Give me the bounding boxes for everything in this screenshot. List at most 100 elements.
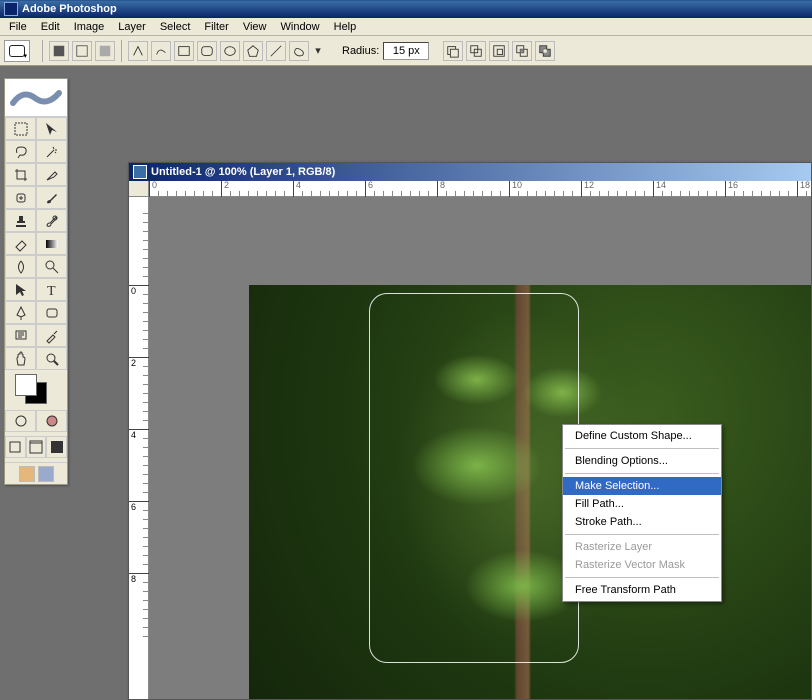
rect-shape-icon[interactable] bbox=[174, 41, 194, 61]
document-title-bar[interactable]: Untitled-1 @ 100% (Layer 1, RGB/8) bbox=[129, 163, 811, 181]
context-menu-item[interactable]: Blending Options... bbox=[563, 452, 721, 470]
jump-secondary-icon[interactable] bbox=[38, 466, 54, 482]
ruler-h-label: 18 bbox=[800, 180, 810, 190]
tool-type[interactable]: T bbox=[36, 278, 67, 301]
jump-imageready-icon[interactable] bbox=[19, 466, 35, 482]
radius-label: Radius: bbox=[342, 45, 379, 57]
tool-pen[interactable] bbox=[5, 301, 36, 324]
palette-header[interactable] bbox=[5, 79, 67, 117]
menu-file[interactable]: File bbox=[2, 20, 34, 34]
ruler-v-label: 8 bbox=[131, 574, 136, 584]
standard-mode-icon[interactable] bbox=[5, 410, 36, 432]
ruler-v-label: 2 bbox=[131, 358, 136, 368]
context-menu-item[interactable]: Stroke Path... bbox=[563, 513, 721, 531]
ruler-h-label: 12 bbox=[584, 180, 594, 190]
color-swatches[interactable] bbox=[5, 370, 67, 410]
screen-fullmenu-icon[interactable] bbox=[26, 436, 47, 458]
context-menu-separator bbox=[565, 577, 719, 578]
tool-grid: T bbox=[5, 117, 67, 370]
tool-gradient[interactable] bbox=[36, 232, 67, 255]
shape-options-dropdown[interactable]: ▾ bbox=[312, 41, 324, 61]
new-layer-icon[interactable] bbox=[443, 41, 463, 61]
tool-preset-picker[interactable]: ▾ bbox=[4, 40, 30, 62]
custom-shape-icon[interactable] bbox=[289, 41, 309, 61]
context-menu-separator bbox=[565, 473, 719, 474]
context-menu-item: Rasterize Layer bbox=[563, 538, 721, 556]
svg-text:T: T bbox=[47, 284, 56, 298]
document-title: Untitled-1 @ 100% (Layer 1, RGB/8) bbox=[151, 166, 335, 178]
intersect-shape-icon[interactable] bbox=[512, 41, 532, 61]
image-content bbox=[249, 285, 812, 700]
context-menu-item[interactable]: Make Selection... bbox=[563, 477, 721, 495]
tool-dodge[interactable] bbox=[36, 255, 67, 278]
ruler-v-label: 6 bbox=[131, 502, 136, 512]
ruler-origin[interactable] bbox=[129, 181, 149, 197]
tool-eyedropper[interactable] bbox=[36, 324, 67, 347]
document-icon bbox=[133, 165, 147, 179]
separator bbox=[121, 40, 122, 62]
ruler-h-label: 16 bbox=[728, 180, 738, 190]
screen-full-icon[interactable] bbox=[46, 436, 67, 458]
tool-move[interactable] bbox=[36, 117, 67, 140]
ruler-h-label: 6 bbox=[368, 180, 373, 190]
tool-brush[interactable] bbox=[36, 186, 67, 209]
screen-standard-icon[interactable] bbox=[5, 436, 26, 458]
tool-palette: T bbox=[4, 78, 68, 485]
title-bar: Adobe Photoshop bbox=[0, 0, 812, 18]
add-to-shape-icon[interactable] bbox=[466, 41, 486, 61]
context-menu-item[interactable]: Free Transform Path bbox=[563, 581, 721, 599]
menu-filter[interactable]: Filter bbox=[197, 20, 235, 34]
tool-hand[interactable] bbox=[5, 347, 36, 370]
freeform-pen-icon[interactable] bbox=[151, 41, 171, 61]
separator bbox=[42, 40, 43, 62]
tool-healing[interactable] bbox=[5, 186, 36, 209]
tool-zoom[interactable] bbox=[36, 347, 67, 370]
menu-window[interactable]: Window bbox=[274, 20, 327, 34]
context-menu-item[interactable]: Fill Path... bbox=[563, 495, 721, 513]
tool-marquee[interactable] bbox=[5, 117, 36, 140]
line-shape-icon[interactable] bbox=[266, 41, 286, 61]
ruler-horizontal[interactable]: 024681012141618 bbox=[149, 181, 811, 197]
exclude-overlap-icon[interactable] bbox=[535, 41, 555, 61]
context-menu-item[interactable]: Define Custom Shape... bbox=[563, 427, 721, 445]
ruler-h-label: 8 bbox=[440, 180, 445, 190]
menu-bar: File Edit Image Layer Select Filter View… bbox=[0, 18, 812, 36]
radius-input[interactable] bbox=[383, 42, 429, 60]
tool-notes[interactable] bbox=[5, 324, 36, 347]
pen-shape-icon[interactable] bbox=[128, 41, 148, 61]
tool-eraser[interactable] bbox=[5, 232, 36, 255]
tool-wand[interactable] bbox=[36, 140, 67, 163]
vector-path-outline[interactable] bbox=[369, 293, 579, 663]
menu-layer[interactable]: Layer bbox=[111, 20, 153, 34]
context-menu-item: Rasterize Vector Mask bbox=[563, 556, 721, 574]
tool-slice[interactable] bbox=[36, 163, 67, 186]
tool-stamp[interactable] bbox=[5, 209, 36, 232]
ruler-vertical[interactable]: 02468 bbox=[129, 197, 149, 699]
tool-lasso[interactable] bbox=[5, 140, 36, 163]
ruler-h-label: 2 bbox=[224, 180, 229, 190]
menu-edit[interactable]: Edit bbox=[34, 20, 67, 34]
tool-blur[interactable] bbox=[5, 255, 36, 278]
foreground-color-swatch[interactable] bbox=[15, 374, 37, 396]
shape-layers-mode-icon[interactable] bbox=[49, 41, 69, 61]
tool-path-select[interactable] bbox=[5, 278, 36, 301]
menu-help[interactable]: Help bbox=[327, 20, 364, 34]
fill-pixels-mode-icon[interactable] bbox=[95, 41, 115, 61]
subtract-shape-icon[interactable] bbox=[489, 41, 509, 61]
tool-shape[interactable] bbox=[36, 301, 67, 324]
ruler-h-label: 10 bbox=[512, 180, 522, 190]
menu-select[interactable]: Select bbox=[153, 20, 198, 34]
context-menu: Define Custom Shape... Blending Options..… bbox=[562, 424, 722, 602]
tool-history-brush[interactable] bbox=[36, 209, 67, 232]
rounded-rect-shape-icon[interactable] bbox=[197, 41, 217, 61]
ellipse-shape-icon[interactable] bbox=[220, 41, 240, 61]
menu-image[interactable]: Image bbox=[67, 20, 112, 34]
quickmask-mode-icon[interactable] bbox=[36, 410, 67, 432]
polygon-shape-icon[interactable] bbox=[243, 41, 263, 61]
menu-view[interactable]: View bbox=[236, 20, 274, 34]
tool-crop[interactable] bbox=[5, 163, 36, 186]
chevron-down-icon: ▾ bbox=[23, 52, 27, 60]
paths-mode-icon[interactable] bbox=[72, 41, 92, 61]
app-title: Adobe Photoshop bbox=[22, 3, 117, 15]
canvas[interactable] bbox=[249, 285, 812, 700]
